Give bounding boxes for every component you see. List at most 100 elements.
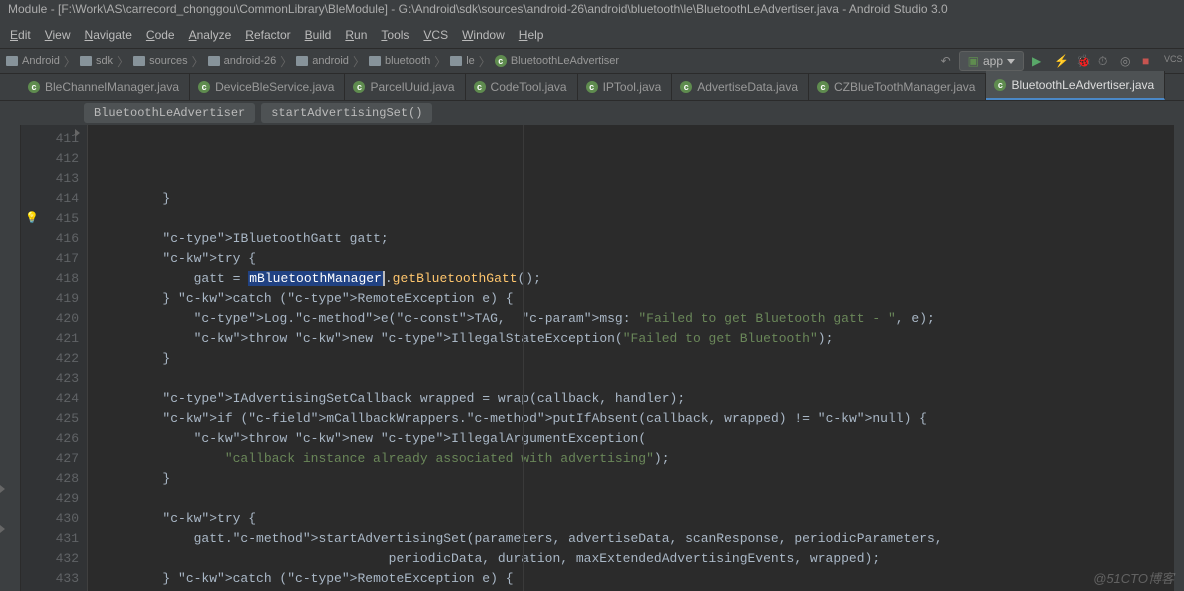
window-title: Module - [F:\Work\AS\carrecord_chonggou\…: [0, 0, 1184, 24]
line-number: 412: [25, 149, 79, 169]
code-line[interactable]: }: [100, 189, 958, 209]
code-content[interactable]: } "c-type">IBluetoothGatt gatt; "c-kw">t…: [88, 125, 958, 591]
code-line[interactable]: }: [100, 349, 958, 369]
menu-view[interactable]: View: [39, 26, 77, 46]
folder-icon: [6, 56, 18, 66]
line-number: 421: [25, 329, 79, 349]
editor-tab[interactable]: cIPTool.java: [578, 73, 673, 100]
folder-icon: [296, 56, 308, 66]
breadcrumb-item[interactable]: sources: [133, 55, 188, 67]
line-number: 429: [25, 489, 79, 509]
folder-icon: [133, 56, 145, 66]
line-number: 418: [25, 269, 79, 289]
breadcrumb-item[interactable]: cBluetoothLeAdvertiser: [495, 55, 619, 67]
method-crumb[interactable]: startAdvertisingSet(): [261, 103, 432, 123]
line-number: 417: [25, 249, 79, 269]
menu-vcs[interactable]: VCS: [417, 26, 454, 46]
class-icon: c: [994, 79, 1006, 91]
editor-tab[interactable]: cBleChannelManager.java: [20, 73, 190, 100]
expand-icon[interactable]: [0, 525, 5, 533]
intention-bulb-icon[interactable]: 💡: [25, 209, 39, 229]
attach-icon[interactable]: ◎: [1120, 54, 1134, 68]
breadcrumb-item[interactable]: sdk: [80, 55, 113, 67]
code-line[interactable]: "c-kw">try {: [100, 509, 958, 529]
tool-window-left[interactable]: [0, 125, 21, 591]
folder-icon: [450, 56, 462, 66]
class-icon: c: [586, 81, 598, 93]
menu-navigate[interactable]: Navigate: [79, 26, 138, 46]
class-icon: c: [817, 81, 829, 93]
apply-changes-icon[interactable]: ⚡: [1054, 54, 1068, 68]
line-number: 419: [25, 289, 79, 309]
folder-icon: [369, 56, 381, 66]
scrollbar-marker[interactable]: [1173, 125, 1184, 591]
line-gutter: 411412413414💡415416417418419420421422423…: [21, 125, 88, 591]
breadcrumb-item[interactable]: le: [450, 55, 475, 67]
menu-window[interactable]: Window: [456, 26, 511, 46]
code-line[interactable]: "c-type">Log."c-method">e("c-const">TAG,…: [100, 309, 958, 329]
android-icon: ▣: [968, 54, 979, 68]
expand-icon[interactable]: [0, 485, 5, 493]
menu-run[interactable]: Run: [339, 26, 373, 46]
profile-icon[interactable]: ⏱: [1098, 54, 1112, 68]
line-number: 413: [25, 169, 79, 189]
class-crumb[interactable]: BluetoothLeAdvertiser: [84, 103, 255, 123]
debug-icon[interactable]: 🐞: [1076, 54, 1090, 68]
line-number: 428: [25, 469, 79, 489]
code-line[interactable]: periodicData, duration, maxExtendedAdver…: [100, 549, 958, 569]
line-number: 416: [25, 229, 79, 249]
editor-tabs: cBleChannelManager.javacDeviceBleService…: [0, 74, 1184, 101]
code-line[interactable]: "c-kw">try {: [100, 249, 958, 269]
code-line[interactable]: "c-type">IAdvertisingSetCallback wrapped…: [100, 389, 958, 409]
vcs-icon[interactable]: VCS: [1164, 54, 1178, 68]
line-number: 424: [25, 389, 79, 409]
editor-tab[interactable]: cDeviceBleService.java: [190, 73, 345, 100]
menu-analyze[interactable]: Analyze: [183, 26, 238, 46]
folder-icon: [208, 56, 220, 66]
code-line[interactable]: }: [100, 469, 958, 489]
code-line[interactable]: "c-kw">throw "c-kw">new "c-type">Illegal…: [100, 329, 958, 349]
breadcrumb-item[interactable]: android: [296, 55, 349, 67]
editor-area[interactable]: 411412413414💡415416417418419420421422423…: [21, 125, 1173, 591]
editor-tab[interactable]: cCodeTool.java: [466, 73, 578, 100]
code-line[interactable]: "c-kw">throw "c-kw">new "c-type">Illegal…: [100, 429, 958, 449]
code-line[interactable]: } "c-kw">catch ("c-type">RemoteException…: [100, 569, 958, 589]
menu-build[interactable]: Build: [299, 26, 338, 46]
breadcrumb-item[interactable]: Android: [6, 55, 60, 67]
line-number: 411: [25, 129, 79, 149]
menu-code[interactable]: Code: [140, 26, 181, 46]
right-margin-line: [523, 125, 524, 591]
run-config-label: app: [983, 54, 1003, 68]
method-breadcrumbs: BluetoothLeAdvertiser startAdvertisingSe…: [0, 101, 1184, 125]
code-line[interactable]: gatt."c-method">startAdvertisingSet(para…: [100, 529, 958, 549]
breadcrumb-item[interactable]: android-26: [208, 55, 277, 67]
code-line[interactable]: "c-kw">if ("c-field">mCallbackWrappers."…: [100, 409, 958, 429]
code-line[interactable]: "c-type">IBluetoothGatt gatt;: [100, 229, 958, 249]
breadcrumb-item[interactable]: bluetooth: [369, 55, 430, 67]
code-line[interactable]: [100, 489, 958, 509]
menu-refactor[interactable]: Refactor: [239, 26, 296, 46]
run-icon[interactable]: ▶: [1032, 54, 1046, 68]
run-config-select[interactable]: ▣ app: [959, 51, 1024, 71]
code-line[interactable]: } "c-kw">catch ("c-type">RemoteException…: [100, 289, 958, 309]
menu-tools[interactable]: Tools: [375, 26, 415, 46]
editor-tab[interactable]: cCZBlueToothManager.java: [809, 73, 986, 100]
code-line[interactable]: [100, 209, 958, 229]
back-icon[interactable]: ↶: [941, 54, 951, 68]
line-number: 💡415: [25, 209, 79, 229]
class-icon: c: [198, 81, 210, 93]
code-line[interactable]: [100, 369, 958, 389]
class-icon: c: [474, 81, 486, 93]
menu-help[interactable]: Help: [513, 26, 550, 46]
editor-tab[interactable]: cParcelUuid.java: [345, 73, 465, 100]
code-line[interactable]: "callback instance already associated wi…: [100, 449, 958, 469]
stop-icon[interactable]: ■: [1142, 54, 1156, 68]
menu-edit[interactable]: Edit: [4, 26, 37, 46]
line-number: 414: [25, 189, 79, 209]
editor-tab[interactable]: cAdvertiseData.java: [672, 73, 809, 100]
line-number: 425: [25, 409, 79, 429]
code-line[interactable]: gatt = mBluetoothManager.getBluetoothGat…: [100, 269, 958, 289]
fold-icon[interactable]: [75, 129, 80, 137]
line-number: 422: [25, 349, 79, 369]
editor-tab[interactable]: cBluetoothLeAdvertiser.java: [986, 71, 1165, 100]
